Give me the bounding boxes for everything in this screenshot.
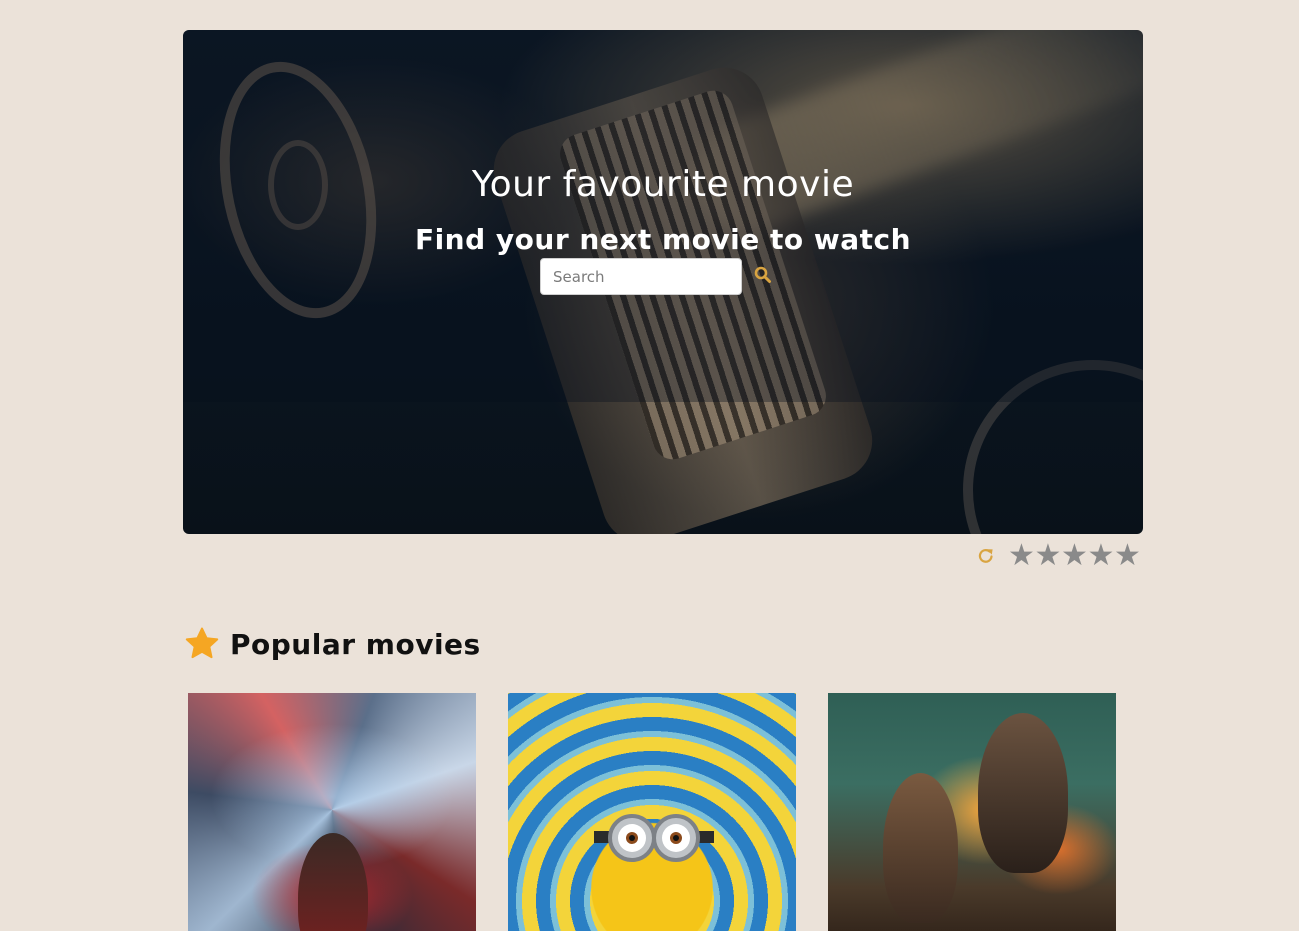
movie-poster[interactable] <box>828 693 1116 931</box>
section-title: Popular movies <box>230 627 481 661</box>
poster-minion-image <box>594 814 714 862</box>
movie-poster[interactable] <box>508 693 796 931</box>
poster-figure-image <box>883 773 958 923</box>
movie-poster[interactable] <box>188 693 476 931</box>
hero-subtitle: Find your next movie to watch <box>414 223 912 256</box>
rating-star-4[interactable]: ★ <box>1088 541 1115 571</box>
page: Your favourite movie Find your next movi… <box>0 0 1299 931</box>
search-button[interactable] <box>751 264 775 288</box>
star-icon <box>185 627 219 659</box>
hero-banner: Your favourite movie Find your next movi… <box>183 30 1143 534</box>
rating-star-3[interactable]: ★ <box>1061 541 1088 571</box>
search-input[interactable] <box>540 258 742 295</box>
poster-figure-image <box>298 833 368 931</box>
hero-title: Your favourite movie <box>471 164 855 205</box>
search-icon <box>754 266 771 283</box>
rating-star-5[interactable]: ★ <box>1114 541 1141 571</box>
star-rating: ★ ★ ★ ★ ★ <box>976 538 1141 574</box>
reset-icon[interactable] <box>976 546 996 566</box>
hero-overlay <box>183 30 1143 402</box>
rating-star-2[interactable]: ★ <box>1035 541 1062 571</box>
poster-figure-image <box>978 713 1068 873</box>
popular-movies-header: Popular movies <box>184 626 481 662</box>
rating-star-1[interactable]: ★ <box>1008 541 1035 571</box>
